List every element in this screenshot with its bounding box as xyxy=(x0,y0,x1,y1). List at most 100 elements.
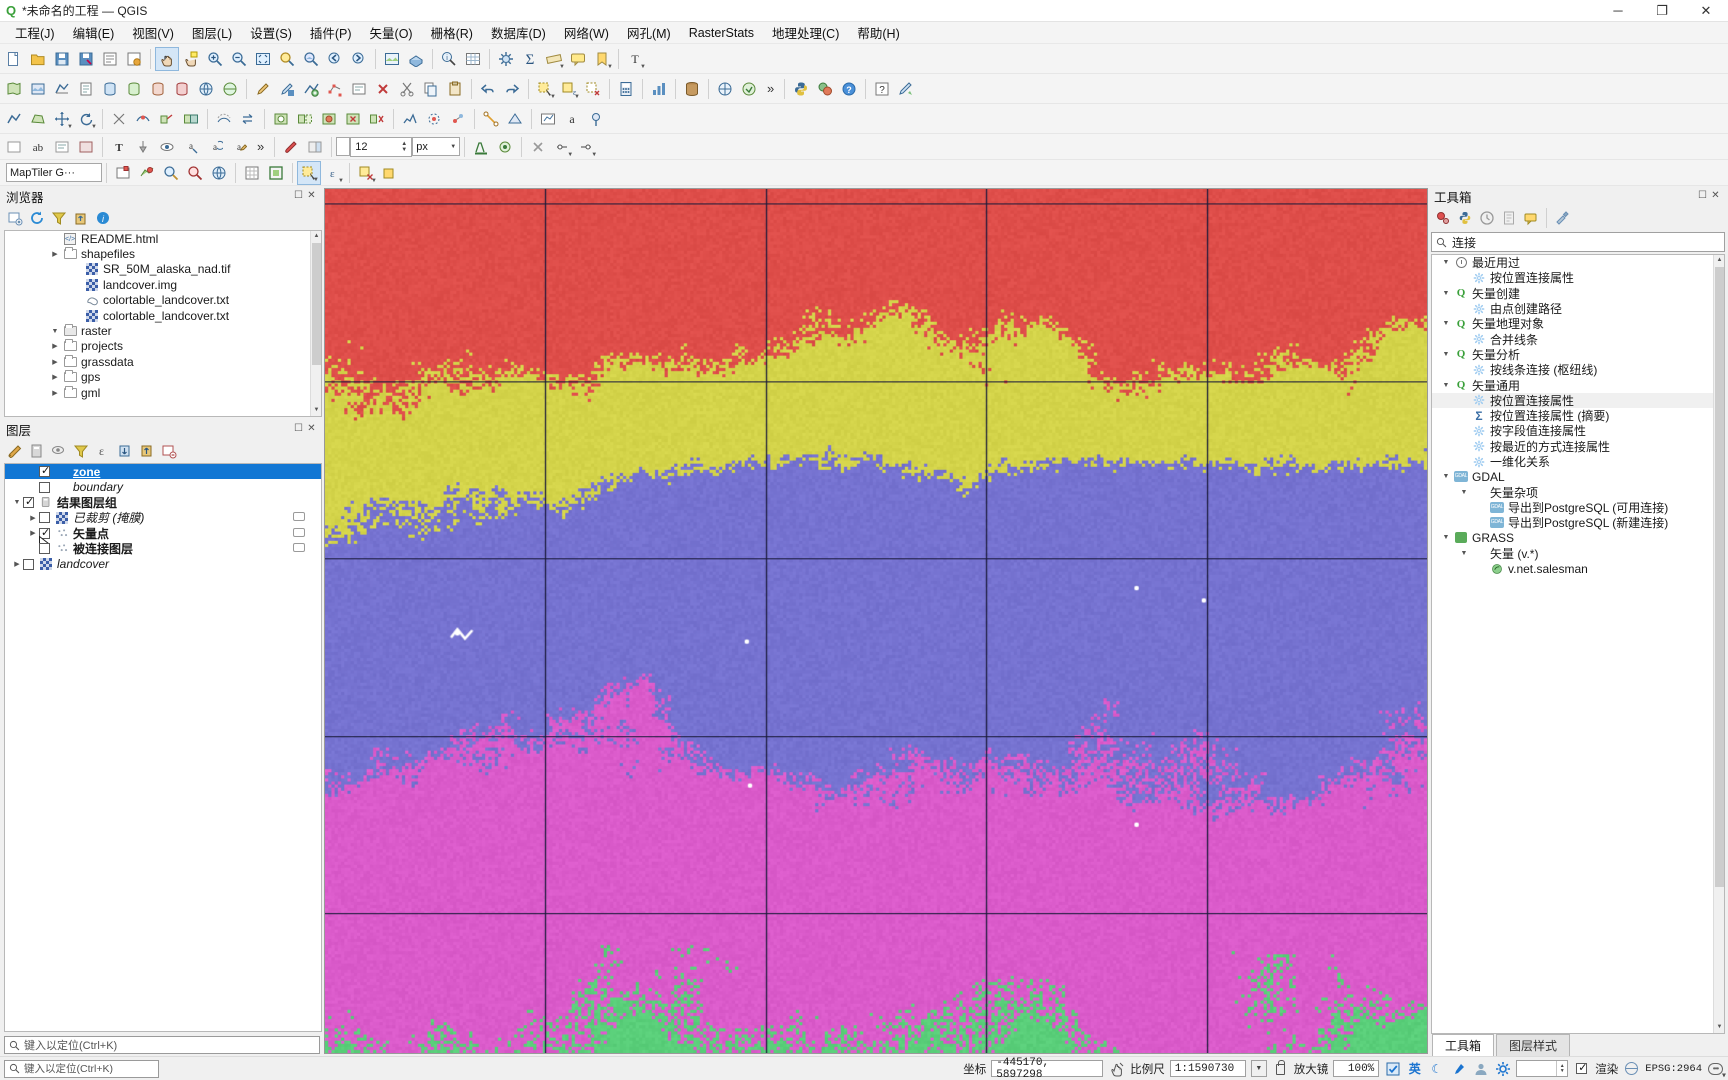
new-project-button[interactable] xyxy=(2,47,26,71)
label-blocking-button[interactable] xyxy=(74,135,98,159)
menu-web[interactable]: 网络(W) xyxy=(555,21,618,44)
label-style-bold-button[interactable]: T xyxy=(107,135,131,159)
toolbox-search[interactable]: 连接 xyxy=(1431,232,1725,252)
identify-features-button[interactable]: i xyxy=(437,47,461,71)
layer-row[interactable]: boundary xyxy=(5,479,321,494)
rotate-label-button[interactable]: a xyxy=(203,135,227,159)
add-selected-layers-icon[interactable] xyxy=(4,207,26,229)
menu-plugins[interactable]: 插件(P) xyxy=(301,21,361,44)
move-feature-button[interactable]: ▼ xyxy=(50,107,74,131)
layer-visibility-checkbox[interactable] xyxy=(23,495,34,508)
menu-vector[interactable]: 矢量(O) xyxy=(361,21,422,44)
browser-item[interactable]: gml xyxy=(5,385,321,400)
new-map-view-button[interactable] xyxy=(380,47,404,71)
new-print-layout-button[interactable] xyxy=(122,47,146,71)
toolbar-overflow-button[interactable]: » xyxy=(761,81,780,96)
edit-help-icon[interactable] xyxy=(1520,207,1542,229)
layer-visibility-checkbox[interactable] xyxy=(39,481,50,493)
open-project-button[interactable] xyxy=(26,47,50,71)
select-expression-button[interactable]: ε ▼ xyxy=(321,161,345,185)
browser-item[interactable]: colortable_landcover.txt xyxy=(5,293,321,308)
add-postgis-layer-button[interactable] xyxy=(98,77,122,101)
toolbox-item[interactable]: 矢量 (v.*) xyxy=(1432,546,1724,561)
add-group-icon[interactable] xyxy=(26,440,48,462)
chevron-right-icon[interactable] xyxy=(49,373,61,381)
reshape-features-button[interactable] xyxy=(131,107,155,131)
crs-label[interactable]: EPSG:2964 xyxy=(1645,1063,1702,1075)
select-by-expression-button[interactable]: ε ▼ xyxy=(557,77,581,101)
menu-settings[interactable]: 设置(S) xyxy=(241,21,301,44)
menu-view[interactable]: 视图(V) xyxy=(123,21,183,44)
toolbox-float-button[interactable]: ☐ xyxy=(1696,190,1709,203)
layer-row[interactable]: 被连接图层 xyxy=(5,541,321,556)
plugin-manager-button[interactable] xyxy=(813,77,837,101)
toolbox-item[interactable]: Q矢量通用 xyxy=(1432,377,1724,393)
layer-row[interactable]: 已裁剪 (掩膜) xyxy=(5,510,321,525)
new-spatial-bookmark-button[interactable] xyxy=(111,161,135,185)
scroll-down-icon[interactable]: ▼ xyxy=(311,405,321,416)
scroll-down-icon[interactable]: ▼ xyxy=(1714,1022,1724,1033)
chevron-down-icon[interactable] xyxy=(1440,473,1452,480)
coordinate-field[interactable]: -445170, 5897298 xyxy=(991,1057,1104,1080)
add-oracle-layer-button[interactable] xyxy=(170,77,194,101)
zoom-full-button[interactable] xyxy=(251,47,275,71)
chinese-ime-icon[interactable]: 英 xyxy=(1406,1060,1423,1077)
select-features-area-button[interactable]: ▼ xyxy=(297,160,321,185)
expression-filter-icon[interactable]: ε ▼ xyxy=(92,440,1727,1079)
chevron-down-icon[interactable] xyxy=(1458,489,1470,496)
data-source-manager-button[interactable] xyxy=(680,77,704,101)
vertex-tool-button[interactable] xyxy=(323,77,347,101)
add-mesh-layer-button[interactable] xyxy=(50,77,74,101)
toolbox-item[interactable]: GDALGDAL xyxy=(1432,469,1724,484)
pen-icon[interactable] xyxy=(1450,1060,1467,1077)
menu-raster[interactable]: 栅格(R) xyxy=(422,21,482,44)
chevron-right-icon[interactable] xyxy=(49,358,61,366)
zoom-last-button[interactable] xyxy=(323,47,347,71)
font-unit-combo[interactable]: px ▼ xyxy=(412,137,461,156)
refresh-icon[interactable] xyxy=(26,207,48,229)
browser-item[interactable]: projects xyxy=(5,339,321,354)
menu-edit[interactable]: 编辑(E) xyxy=(64,21,124,44)
text-color-button[interactable] xyxy=(469,135,493,159)
toolbox-item[interactable]: 按最近的方式连接属性 xyxy=(1432,439,1724,454)
browser-item[interactable]: raster xyxy=(5,323,321,338)
show-statistics-button[interactable] xyxy=(647,77,671,101)
scroll-up-icon[interactable]: ▲ xyxy=(1714,255,1724,266)
toolbox-item[interactable]: Σ 按位置连接属性 (摘要) xyxy=(1432,408,1724,424)
merge-features-button[interactable] xyxy=(179,107,203,131)
full-extent-button[interactable] xyxy=(264,161,288,185)
toolbox-item[interactable]: GDAL 导出到PostgreSQL (可用连接) xyxy=(1432,500,1724,515)
expand-all-icon[interactable] xyxy=(114,440,136,462)
split-features-button[interactable] xyxy=(155,107,179,131)
options-icon[interactable] xyxy=(1551,207,1573,229)
undo-button[interactable] xyxy=(476,77,500,101)
zoom-out-button[interactable] xyxy=(227,47,251,71)
scale-field[interactable]: 1:1590730 xyxy=(1169,1060,1246,1077)
scale-dropdown-icon[interactable]: ▼ xyxy=(1250,1060,1267,1077)
menu-layer[interactable]: 图层(L) xyxy=(183,21,241,44)
style-dock-button[interactable] xyxy=(303,135,327,159)
toolbox-close-button[interactable]: ✕ xyxy=(1709,190,1722,203)
deselect-features-button[interactable] xyxy=(581,77,605,101)
style-options-button[interactable]: ▼ xyxy=(550,135,574,159)
layer-visibility-checkbox[interactable] xyxy=(39,464,50,478)
map-render[interactable] xyxy=(325,189,1427,1053)
chevron-down-icon[interactable] xyxy=(1440,351,1452,358)
delete-ring-button[interactable] xyxy=(341,107,365,131)
statusbar-locator-input[interactable]: 键入以定位(Ctrl+K) xyxy=(4,1059,159,1078)
web-map-button[interactable] xyxy=(207,161,231,185)
pan-extent-icon[interactable] xyxy=(1108,1060,1125,1077)
add-vector-layer-button[interactable] xyxy=(2,77,26,101)
menu-mesh[interactable]: 网孔(M) xyxy=(618,21,680,44)
remove-layer-icon[interactable] xyxy=(158,440,180,462)
toolbox-item[interactable]: Q矢量分析 xyxy=(1432,347,1724,362)
font-size-input[interactable]: 12 ▲ ▼ xyxy=(350,136,413,157)
layer-visibility-checkbox[interactable] xyxy=(39,512,50,524)
toolbox-item[interactable]: 最近用过 xyxy=(1432,255,1724,270)
add-wfs-layer-button[interactable] xyxy=(218,77,242,101)
menu-project[interactable]: 工程(J) xyxy=(6,21,64,44)
offset-point-symbols-button[interactable] xyxy=(446,107,470,131)
toolbox-item[interactable]: 合并线条 xyxy=(1432,331,1724,347)
menu-geoprocessing[interactable]: 地理处理(C) xyxy=(763,21,848,44)
paste-features-button[interactable] xyxy=(443,77,467,101)
